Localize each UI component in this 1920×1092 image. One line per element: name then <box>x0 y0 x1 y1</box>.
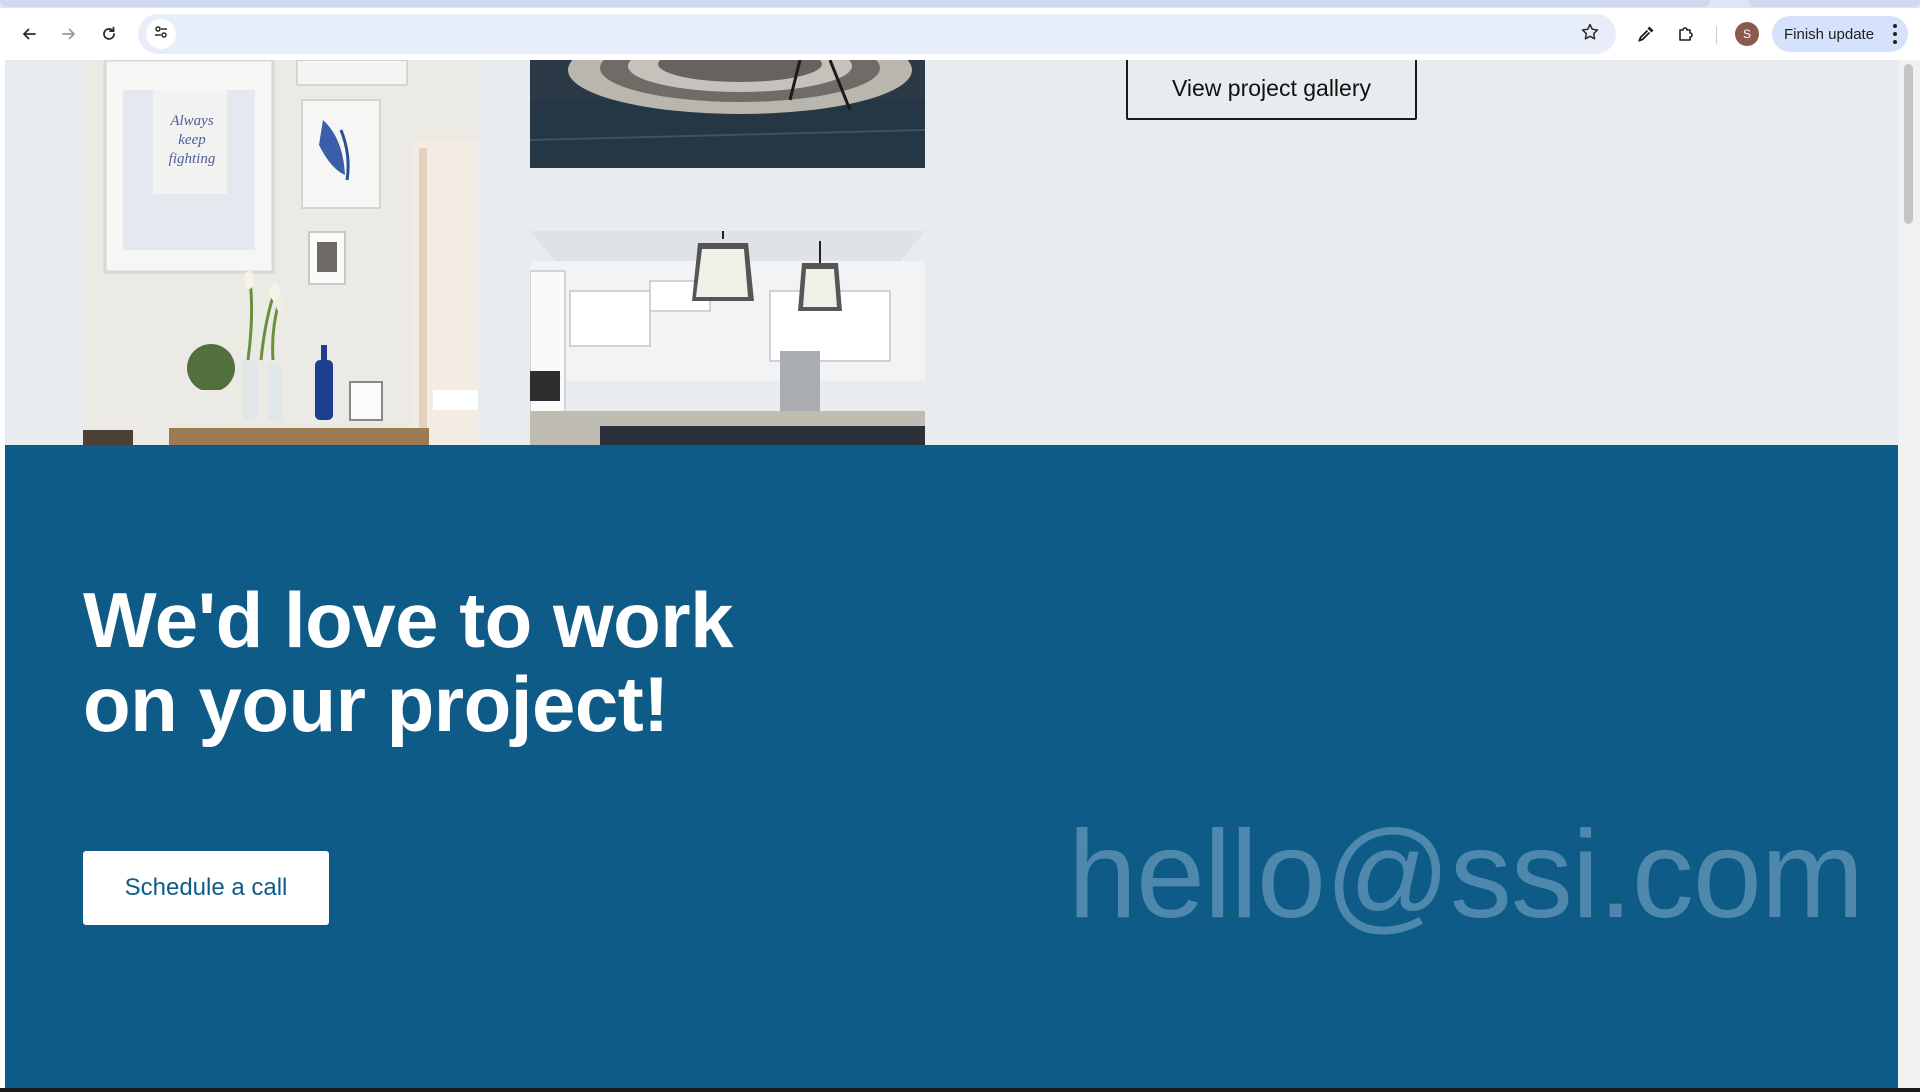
cta-heading-line-1: We'd love to work <box>83 576 734 664</box>
scrollbar-thumb[interactable] <box>1904 64 1913 224</box>
avatar-initial: S <box>1742 27 1751 41</box>
profile-avatar[interactable]: S <box>1735 22 1759 46</box>
back-button[interactable] <box>14 21 44 51</box>
contact-email-link[interactable]: hello@ssi.com <box>1068 805 1864 945</box>
bookmark-button[interactable] <box>1576 20 1604 48</box>
site-info-button[interactable] <box>146 19 176 49</box>
active-tab-edge[interactable] <box>0 0 1710 7</box>
page-scrollbar[interactable] <box>1898 60 1920 1088</box>
address-bar[interactable] <box>138 14 1616 54</box>
arrow-right-icon <box>60 25 78 48</box>
finish-update-label: Finish update <box>1784 25 1875 43</box>
extensions-button[interactable] <box>1671 21 1701 51</box>
reload-button[interactable] <box>94 21 124 51</box>
gallery-photo-rug-floor[interactable] <box>530 60 925 168</box>
cta-heading: We'd love to work on your project! <box>83 578 843 746</box>
star-icon <box>1580 22 1600 47</box>
eyedropper-icon <box>1636 24 1656 49</box>
reload-icon <box>100 25 118 48</box>
page-viewport: Always keep fighting View project galler… <box>5 60 1898 1088</box>
more-vert-icon <box>1892 24 1898 44</box>
view-project-gallery-button[interactable]: View project gallery <box>1126 60 1417 120</box>
cta-heading-line-2: on your project! <box>83 660 669 748</box>
tab-edge[interactable] <box>1748 0 1920 7</box>
schedule-call-button[interactable]: Schedule a call <box>83 851 329 925</box>
puzzle-icon <box>1676 24 1696 49</box>
arrow-left-icon <box>20 25 38 48</box>
tab-strip <box>0 0 1920 8</box>
tune-icon <box>152 23 170 46</box>
art-print-text: Always keep fighting <box>168 113 216 167</box>
forward-button[interactable] <box>54 21 84 51</box>
contact-cta-section: We'd love to work on your project! Sched… <box>5 445 1898 1088</box>
gallery-photo-art-wall[interactable]: Always keep fighting <box>83 60 478 445</box>
eyedropper-button[interactable] <box>1631 21 1661 51</box>
toolbar-separator <box>1716 26 1717 44</box>
finish-update-button[interactable]: Finish update <box>1772 16 1908 52</box>
gallery-photo-kitchen[interactable] <box>530 231 925 445</box>
browser-window: S Finish update Always keep fighting Vie… <box>0 0 1920 1088</box>
browser-toolbar: S Finish update <box>0 8 1920 60</box>
